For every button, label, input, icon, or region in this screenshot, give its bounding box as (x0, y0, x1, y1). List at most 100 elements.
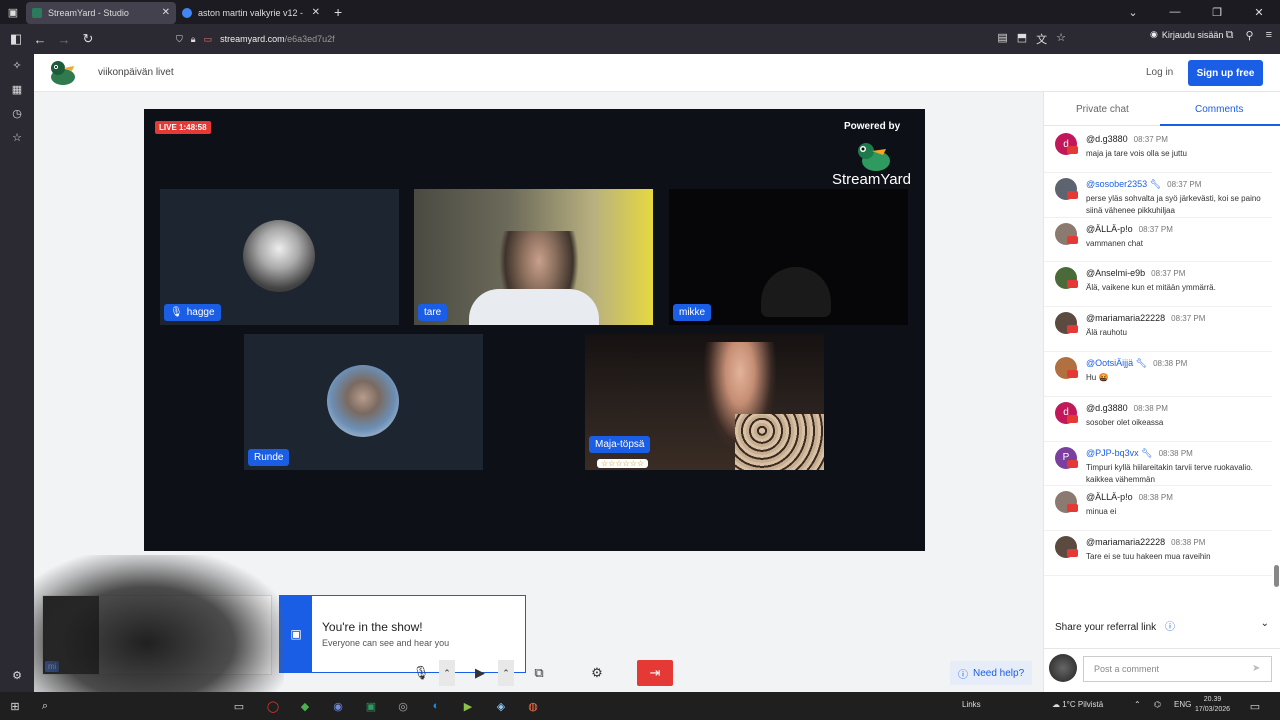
tab-streamyard[interactable]: StreamYard - Studio ✕ (26, 1, 176, 24)
steam-icon[interactable]: ◈ (490, 696, 512, 716)
history-icon[interactable]: ◷ (0, 102, 34, 126)
permissions-icon[interactable]: ▭ (204, 34, 213, 45)
url-bar[interactable]: ⛉ 🔒︎ ▭ streamyard.com/e6a3ed7u2f ▤ ⬒ 文 ☆ (176, 27, 1066, 51)
need-help-button[interactable]: ⓘ Need help? (950, 661, 1033, 685)
tab-google[interactable]: aston martin valkyrie v12 - Goo ✕ (176, 2, 326, 24)
forward-icon[interactable]: → (52, 27, 76, 51)
task-view-icon[interactable]: ▭ (228, 696, 250, 716)
camera-options-chevron-icon[interactable]: ⌃ (498, 660, 514, 686)
shield-icon[interactable]: ⛉ (176, 34, 183, 45)
start-icon[interactable]: ⊞ (4, 696, 26, 716)
app-icon[interactable]: ◆ (294, 696, 316, 716)
settings-gear-icon[interactable]: ⚙ (586, 660, 608, 686)
microphone-icon[interactable]: 🎙︎ (410, 660, 432, 686)
comment-username[interactable]: @ÄLLÄ-p!o (1086, 224, 1133, 234)
comment-author[interactable]: @d.g3880 08:38 PM (1086, 403, 1168, 413)
comment-username[interactable]: @d.g3880 (1086, 403, 1128, 413)
comment-username[interactable]: @OotsiÄijjä (1086, 358, 1133, 368)
moderator-wrench-icon: 🔧︎ (1147, 178, 1162, 189)
translate-icon[interactable]: 文 (1036, 31, 1047, 47)
comment-author[interactable]: @mariamaria22228 08:37 PM (1086, 313, 1205, 323)
comments-scrollbar[interactable] (1272, 130, 1280, 596)
extensions-icon[interactable]: ⧉ (1226, 29, 1234, 42)
comment-item: @mariamaria22228 08:37 PM Älä rauhotu (1044, 307, 1272, 352)
comment-author[interactable]: @sosober2353 🔧︎ 08:37 PM (1086, 179, 1201, 190)
bookmarks-icon[interactable]: ☆ (0, 126, 34, 150)
comment-author[interactable]: @OotsiÄijjä 🔧︎ 08:38 PM (1086, 358, 1187, 369)
comment-username[interactable]: @d.g3880 (1086, 134, 1128, 144)
firefox-icon[interactable]: ◍ (522, 696, 544, 716)
comment-author[interactable]: @Anselmi-e9b 08:37 PM (1086, 268, 1185, 278)
window-close-icon[interactable]: ✕ (1238, 0, 1280, 24)
close-tab-icon[interactable]: ✕ (162, 7, 170, 18)
comment-input[interactable]: Post a comment (1083, 656, 1272, 682)
media-player-icon[interactable]: ▶ (457, 696, 479, 716)
help-question-icon[interactable]: ⓘ (1165, 622, 1175, 633)
comment-username[interactable]: @mariamaria22228 (1086, 537, 1165, 547)
participant-tile[interactable]: Maja-töpsä ☆☆☆☆☆☆ (585, 334, 824, 470)
notifications-icon[interactable]: ▭ (1244, 696, 1266, 716)
discord-icon[interactable]: ◉ (327, 696, 349, 716)
links-toolbar[interactable]: Links (962, 700, 981, 709)
leave-studio-button[interactable]: ⇥ (637, 660, 673, 686)
comment-list[interactable]: d @d.g3880 08:37 PM maja ja tare vois olla … (1044, 128, 1272, 594)
reload-icon[interactable]: ↻ (76, 27, 100, 51)
tab-overflow-icon[interactable]: ⌄ (1112, 0, 1154, 24)
sidebar-settings-icon[interactable]: ⚙ (0, 664, 34, 688)
ai-sparkle-icon[interactable]: ✧ (0, 54, 34, 78)
comment-author[interactable]: @ÄLLÄ-p!o 08:38 PM (1086, 492, 1173, 502)
comment-author[interactable]: @ÄLLÄ-p!o 08:37 PM (1086, 224, 1173, 234)
comment-username[interactable]: @ÄLLÄ-p!o (1086, 492, 1133, 502)
language-indicator[interactable]: ENG (1174, 700, 1191, 709)
minimize-icon[interactable]: — (1154, 0, 1196, 24)
comment-author[interactable]: @PJP-bq3vx 🔧︎ 08:38 PM (1086, 448, 1193, 459)
account-signin[interactable]: ◉ Kirjaudu sisään (1150, 29, 1223, 40)
maximize-icon[interactable]: ❐ (1196, 0, 1238, 24)
cloud-icon: ☁ (1052, 700, 1060, 709)
tab-title: StreamYard - Studio (48, 7, 129, 18)
tab-list-icon[interactable]: ▣ (0, 0, 26, 24)
streamyard-logo-icon[interactable] (48, 60, 78, 86)
bookmark-star-icon[interactable]: ☆ (1056, 31, 1066, 47)
mic-options-chevron-icon[interactable]: ⌃ (439, 660, 455, 686)
save-pocket-icon[interactable]: ⬒ (1017, 31, 1027, 47)
chrome-icon[interactable]: ◎ (392, 696, 414, 716)
camera-icon[interactable]: ▶︎ (469, 660, 491, 686)
synced-tabs-icon[interactable]: ▦ (0, 78, 34, 102)
weather-widget[interactable]: ☁ 1°C Pilvistä (1052, 700, 1103, 709)
search-icon[interactable]: ⌕ (34, 696, 56, 716)
opera-icon[interactable]: ◯ (262, 696, 284, 716)
login-link[interactable]: Log in (1146, 67, 1173, 78)
participant-tile[interactable]: tare (414, 189, 653, 325)
scrollbar-thumb[interactable] (1274, 565, 1279, 587)
comment-username[interactable]: @sosober2353 (1086, 179, 1147, 189)
tab-private-chat[interactable]: Private chat (1076, 104, 1129, 115)
signup-button[interactable]: Sign up free (1188, 60, 1263, 86)
participant-tile[interactable]: Runde (244, 334, 483, 470)
menu-icon[interactable]: ≡ (1266, 29, 1272, 42)
referral-section[interactable]: Share your referral link ⓘ ⌄ (1044, 618, 1280, 638)
participant-tile[interactable]: mikke (669, 189, 908, 325)
puzzle-icon[interactable]: ⚲ (1246, 29, 1254, 42)
tab-comments[interactable]: Comments (1195, 104, 1243, 115)
reader-view-icon[interactable]: ▤ (997, 31, 1007, 47)
close-tab-icon[interactable]: ✕ (312, 7, 320, 18)
comment-username[interactable]: @mariamaria22228 (1086, 313, 1165, 323)
avatar (1055, 491, 1078, 514)
send-icon[interactable]: ➤ (1252, 663, 1260, 674)
new-tab-icon[interactable]: + (334, 4, 342, 20)
comment-author[interactable]: @d.g3880 08:37 PM (1086, 134, 1168, 144)
back-icon[interactable]: ← (28, 27, 52, 51)
comment-username[interactable]: @PJP-bq3vx (1086, 448, 1139, 458)
system-clock[interactable]: 20.39 17/03/2026 (1195, 695, 1230, 715)
tray-chevron-icon[interactable]: ⌃ (1134, 700, 1141, 709)
network-icon[interactable]: ⌬ (1154, 700, 1161, 709)
comment-username[interactable]: @Anselmi-e9b (1086, 268, 1145, 278)
sidebar-toggle-icon[interactable]: ◧ (4, 27, 28, 51)
chevron-down-icon[interactable]: ⌄ (1261, 618, 1269, 629)
participant-tile[interactable]: 🎙︎ hagge (160, 189, 399, 325)
screen-share-icon[interactable]: ⧉ (528, 660, 550, 686)
edge-icon[interactable]: ◐ (425, 696, 447, 716)
comment-author[interactable]: @mariamaria22228 08:38 PM (1086, 537, 1205, 547)
streamyard-app-icon[interactable]: ▣ (360, 696, 382, 716)
